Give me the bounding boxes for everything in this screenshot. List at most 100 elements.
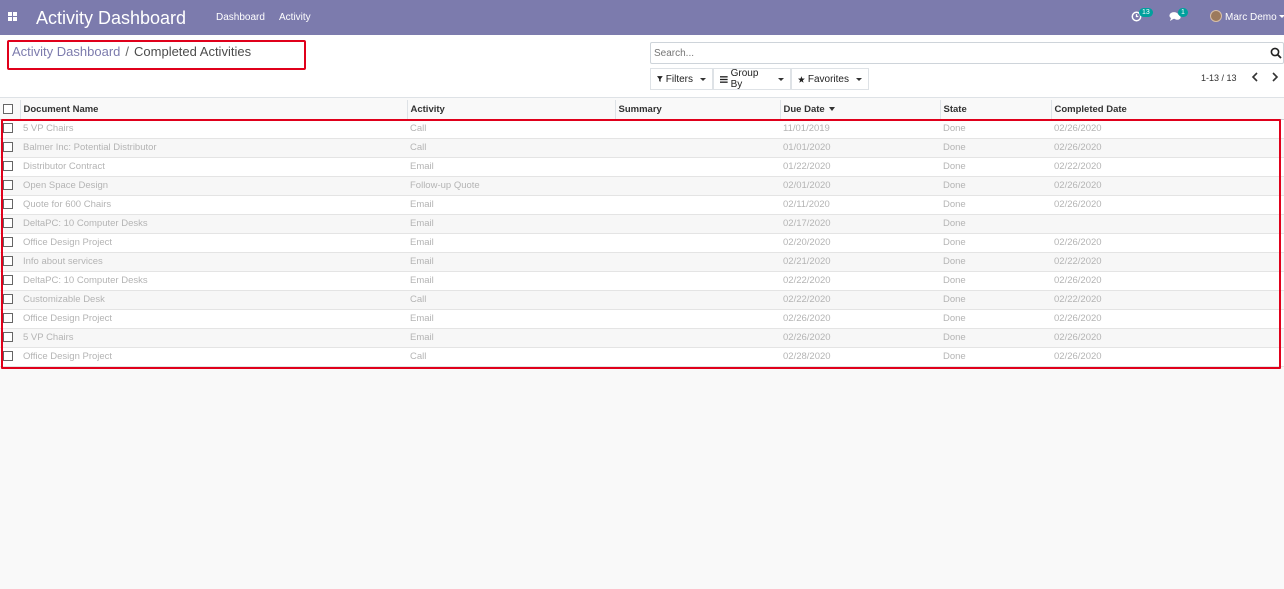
table-row[interactable]: DeltaPC: 10 Computer Desks Email 02/17/202… (0, 214, 1284, 234)
cell-state: Done (940, 252, 1051, 272)
cell-completed: 02/26/2020 (1051, 347, 1284, 367)
table-row[interactable]: 5 VP Chairs Email 02/26/2020 Done 02/26/2020 (0, 328, 1284, 348)
cell-activity: Call (407, 290, 615, 310)
menu-item-activity[interactable]: Activity (279, 12, 311, 23)
cell-document: Open Space Design (20, 176, 407, 196)
user-menu-caret-icon[interactable] (1279, 15, 1284, 18)
table-row[interactable]: Office Design Project Call 02/28/2020 Done 0… (0, 347, 1284, 367)
cell-activity: Email (407, 214, 615, 234)
row-checkbox[interactable] (3, 237, 13, 248)
table-row[interactable]: Balmer Inc: Potential Distributor Call 01/… (0, 138, 1284, 158)
cell-document: 5 VP Chairs (20, 119, 407, 139)
cell-state: Done (940, 214, 1051, 234)
cell-completed: 02/26/2020 (1051, 233, 1284, 253)
filter-icon (657, 76, 663, 82)
apps-menu-icon[interactable] (8, 12, 17, 21)
row-select-cell (0, 252, 20, 272)
cell-state: Done (940, 195, 1051, 215)
column-header-state[interactable]: State (939, 100, 1051, 120)
row-checkbox[interactable] (3, 294, 13, 305)
user-avatar[interactable] (1210, 10, 1222, 22)
pager-value[interactable]: 1-13 / 13 (1201, 73, 1237, 83)
cell-due-date: 11/01/2019 (780, 119, 940, 139)
search-icon[interactable] (1270, 47, 1282, 59)
cell-summary (615, 176, 780, 196)
cell-summary (615, 328, 780, 348)
cell-completed (1051, 214, 1284, 234)
app-brand-title[interactable]: Activity Dashboard (36, 8, 186, 29)
cell-due-date: 01/01/2020 (780, 138, 940, 158)
table-row[interactable]: Info about services Email 02/21/2020 Done 02… (0, 252, 1284, 272)
cell-document: DeltaPC: 10 Computer Desks (20, 271, 407, 291)
row-checkbox[interactable] (3, 256, 13, 267)
table-row[interactable]: DeltaPC: 10 Computer Desks Email 02/22/202… (0, 271, 1284, 291)
table-row[interactable]: Office Design Project Email 02/20/2020 Done… (0, 233, 1284, 253)
menu-item-dashboard[interactable]: Dashboard (216, 12, 265, 23)
cell-state: Done (940, 271, 1051, 291)
activity-clock-systray[interactable]: 13 (1131, 8, 1153, 27)
column-header-due-date-cell[interactable]: Due Date (779, 100, 940, 120)
group-by-button[interactable]: Group By (713, 68, 791, 90)
messaging-systray[interactable]: 1 (1169, 8, 1188, 27)
breadcrumb-highlight-box (7, 40, 306, 70)
cell-due-date: 02/28/2020 (780, 347, 940, 367)
filters-button[interactable]: Filters (650, 68, 713, 90)
pager-next-icon[interactable] (1270, 72, 1280, 84)
table-row[interactable]: Quote for 600 Chairs Email 02/11/2020 Done 0… (0, 195, 1284, 215)
cell-due-date: 02/20/2020 (780, 233, 940, 253)
cell-due-date: 02/22/2020 (780, 290, 940, 310)
row-checkbox[interactable] (3, 199, 13, 210)
table-row[interactable]: Customizable Desk Call 02/22/2020 Done 02/22… (0, 290, 1284, 310)
group-by-label: Group By (730, 68, 759, 90)
row-checkbox[interactable] (3, 142, 13, 153)
cell-summary (615, 271, 780, 291)
row-checkbox[interactable] (3, 332, 13, 343)
cell-document: Office Design Project (20, 233, 407, 253)
cell-document: Balmer Inc: Potential Distributor (20, 138, 407, 158)
cell-state: Done (940, 290, 1051, 310)
pager-previous-icon[interactable] (1250, 72, 1260, 84)
cell-completed: 02/26/2020 (1051, 271, 1284, 291)
row-select-cell (0, 138, 20, 158)
row-select-cell (0, 176, 20, 196)
favorites-button[interactable]: Favorites (791, 68, 869, 90)
row-checkbox[interactable] (3, 161, 13, 172)
row-select-cell (0, 328, 20, 348)
cell-summary (615, 195, 780, 215)
user-menu-name[interactable]: Marc Demo (1225, 12, 1277, 23)
column-header-summary[interactable]: Summary (614, 100, 780, 120)
cell-state: Done (940, 119, 1051, 139)
column-header-completed[interactable]: Completed Date (1050, 100, 1284, 120)
row-checkbox[interactable] (3, 351, 13, 362)
filters-label: Filters (665, 73, 693, 85)
table-row[interactable]: Office Design Project Email 02/26/2020 Done… (0, 309, 1284, 329)
row-checkbox[interactable] (3, 218, 13, 229)
search-input[interactable] (654, 45, 1254, 61)
sort-desc-icon (828, 107, 835, 112)
cell-activity: Email (407, 271, 615, 291)
cell-summary (615, 138, 780, 158)
cell-due-date: 02/26/2020 (780, 309, 940, 329)
row-checkbox[interactable] (3, 123, 13, 134)
cell-document: Distributor Contract (20, 157, 407, 177)
row-checkbox[interactable] (3, 275, 13, 286)
column-header-document[interactable]: Document Name (19, 100, 407, 120)
table-row[interactable]: 5 VP Chairs Call 11/01/2019 Done 02/26/2020 (0, 119, 1284, 139)
cell-document: DeltaPC: 10 Computer Desks (20, 214, 407, 234)
search-box (650, 42, 1284, 64)
row-checkbox[interactable] (3, 180, 13, 191)
row-select-cell (0, 347, 20, 367)
cell-completed: 02/26/2020 (1051, 176, 1284, 196)
cell-summary (615, 157, 780, 177)
cell-completed: 02/22/2020 (1051, 157, 1284, 177)
table-row[interactable]: Open Space Design Follow-up Quote 02/01/20… (0, 176, 1284, 196)
table-row[interactable]: Distributor Contract Email 01/22/2020 Done 0… (0, 157, 1284, 177)
column-header-activity[interactable]: Activity (406, 100, 615, 120)
row-checkbox[interactable] (3, 313, 13, 324)
cell-due-date: 02/01/2020 (780, 176, 940, 196)
cell-completed: 02/22/2020 (1051, 252, 1284, 272)
select-all-checkbox[interactable] (3, 104, 13, 115)
group-by-caret-icon (778, 77, 784, 81)
chevron-left-icon (1251, 72, 1258, 82)
cell-due-date: 02/17/2020 (780, 214, 940, 234)
